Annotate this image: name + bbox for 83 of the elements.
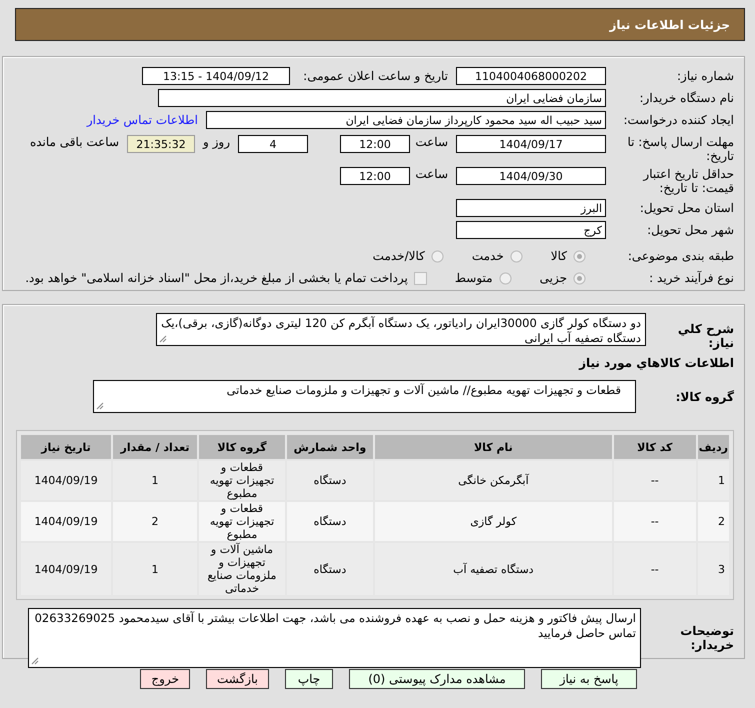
field-label: حداقل تاریخ اعتبار قیمت: تا تاریخ: <box>642 167 734 195</box>
city-field: کرج <box>456 221 606 239</box>
remaining-label: ساعت باقی مانده <box>30 135 119 149</box>
radio-button[interactable] <box>498 272 512 284</box>
radio-label: جزیی <box>540 271 567 285</box>
field-label: استان محل تحویل: <box>638 201 734 215</box>
field-label: ایجاد کننده درخواست: <box>622 113 734 127</box>
table-cell: قطعات و تجهیزات تهویه مطبوع <box>199 502 285 541</box>
table-cell: 1404/09/19 <box>21 502 112 541</box>
action-button[interactable]: بازگشت <box>206 669 269 689</box>
table-cell: -- <box>614 461 696 500</box>
province-field: البرز <box>456 199 606 217</box>
remaining-time-field: 21:35:32 <box>127 135 195 153</box>
payment-note: پرداخت تمام یا بخشی از مبلغ خرید،از محل "اسناد خزانه اسلامی" خواهد بود. <box>25 271 408 285</box>
radio-button[interactable] <box>573 272 586 284</box>
action-button[interactable]: چاپ <box>285 669 333 689</box>
table-cell: آبگرمکن خانگی <box>374 461 612 500</box>
table-cell: 1404/09/19 <box>21 461 112 500</box>
table-cell: کولر گازی <box>374 502 612 541</box>
column-header: تعداد / مقدار <box>113 435 197 459</box>
radio-button[interactable] <box>430 250 444 262</box>
resize-grip-icon[interactable] <box>159 335 167 343</box>
table-cell: -- <box>614 502 696 541</box>
announce-date-field: 1404/09/12 - 13:15 <box>142 67 290 85</box>
column-header: کد کالا <box>614 435 696 459</box>
action-button[interactable]: مشاهده مدارک پیوستی (0) <box>349 669 525 689</box>
deadline-time-field: 12:00 <box>340 135 410 153</box>
field-label: گروه کالا: <box>674 390 734 404</box>
action-button[interactable]: پاسخ به نیاز <box>541 669 637 689</box>
table-cell: دستگاه <box>286 461 373 500</box>
checkbox[interactable] <box>414 272 427 284</box>
table-cell: -- <box>614 543 696 595</box>
table-cell: 1 <box>698 461 729 500</box>
goods-group-field: قطعات و تجهیزات تهویه مطبوع// ماشین آلات و تجهیزات و ملزومات صنایع خدماتی <box>93 380 636 413</box>
need-number-field: 1104004068000202 <box>456 67 606 85</box>
table-cell: 1 <box>113 461 197 500</box>
table-cell: 3 <box>698 543 729 595</box>
column-header: واحد شمارش <box>286 435 373 459</box>
resize-grip-icon[interactable] <box>31 657 39 665</box>
page-title: جزئیات اطلاعات نیاز <box>15 8 745 41</box>
column-header: ردیف <box>698 435 729 459</box>
column-header: گروه کالا <box>199 435 285 459</box>
field-label: تاریخ و ساعت اعلان عمومی: <box>302 69 448 83</box>
action-button[interactable]: خروج <box>140 669 190 689</box>
column-header: نام کالا <box>374 435 612 459</box>
radio-label: متوسط <box>454 271 493 285</box>
resize-grip-icon[interactable] <box>96 402 104 410</box>
validity-date-field: 1404/09/30 <box>456 167 606 185</box>
buyer-notes-field: ارسال پیش فاکتور و هزینه حمل و نصب به عهده فروشنده می باشد، جهت اطلاعات بیشتر با آقای سیدمحمود 02633269025 تماس حاصل فرمایید <box>28 608 641 668</box>
table-cell: دستگاه تصفیه آب <box>374 543 612 595</box>
table-cell: 1 <box>113 543 197 595</box>
time-label: ساعت <box>418 167 448 181</box>
radio-label: کالا/خدمت <box>372 249 425 263</box>
table-cell: 2 <box>698 502 729 541</box>
validity-time-field: 12:00 <box>340 167 410 185</box>
field-label: نام دستگاه خریدار: <box>638 91 734 105</box>
section-heading: اطلاعات کالاهاي مورد نیاز <box>579 356 734 370</box>
days-field: 4 <box>238 135 308 153</box>
field-label: شرح کلي نیاز: <box>676 322 734 350</box>
table-cell: دستگاه <box>286 543 373 595</box>
description-field: دو دستگاه کولر گازی 30000ایران رادیاتور، یک دستگاه آبگرم کن 120 لیتری دوگانه(گازی، برقی)،یک دستگاه تصفیه آب ایرانی <box>156 313 646 346</box>
table-cell: قطعات و تجهیزات تهویه مطبوع <box>199 461 285 500</box>
field-label: طبقه بندی موضوعی: <box>626 249 734 263</box>
field-label: شماره نیاز: <box>676 69 734 83</box>
buyer-field: سازمان فضایی ایران <box>158 89 606 107</box>
field-label: توضیحات خریدار: <box>679 624 734 652</box>
field-label: نوع فرآیند خرید : <box>648 271 734 285</box>
table-cell: 2 <box>113 502 197 541</box>
radio-button[interactable] <box>510 250 523 262</box>
column-header: تاریخ نیاز <box>21 435 112 459</box>
field-label: شهر محل تحویل: <box>646 223 734 237</box>
table-cell: ماشین آلات و تجهیزات و ملزومات صنایع خدماتی <box>199 543 285 595</box>
field-label: مهلت ارسال پاسخ: تا تاریخ: <box>626 135 734 163</box>
table-cell: دستگاه <box>286 502 373 541</box>
buyer-contact-link[interactable]: اطلاعات تماس خریدار <box>86 113 198 127</box>
deadline-date-field: 1404/09/17 <box>456 135 606 153</box>
radio-button[interactable] <box>573 250 586 262</box>
radio-label: خدمت <box>472 249 504 263</box>
table-cell: 1404/09/19 <box>21 543 112 595</box>
radio-label: کالا <box>550 249 567 263</box>
days-label: روز و <box>203 135 230 149</box>
time-label: ساعت <box>418 135 448 149</box>
creator-field: سید حبیب اله سید محمود کارپرداز سازمان فضایی ایران <box>206 111 606 129</box>
